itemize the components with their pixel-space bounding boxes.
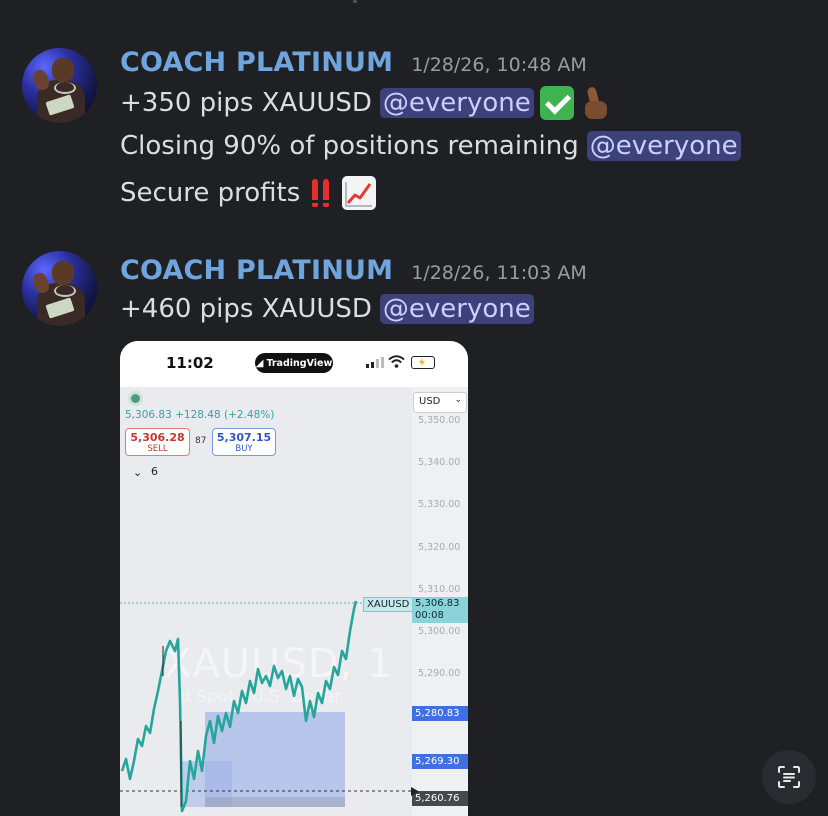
message-header: COACH PLATINUM 1/28/26, 10:48 AM [120,47,587,78]
message-line: +460 pips XAUUSD @everyone [120,294,534,324]
stop-zone [205,797,345,807]
mention-everyone[interactable]: @everyone [379,88,534,118]
timestamp: 1/28/26, 11:03 AM [411,262,587,284]
message-text: Secure profits [120,178,301,208]
text-scan-button[interactable] [762,750,816,804]
level-tag-take-profit: 5,280.83 [412,706,468,721]
mention-everyone[interactable]: @everyone [379,294,534,324]
message-text: Closing 90% of positions remaining [120,131,579,161]
symbol-tag: XAUUSD [363,597,414,612]
current-price-value: 5,306.83 [415,598,460,609]
message-line: Closing 90% of positions remaining @ever… [120,131,741,161]
mention-everyone[interactable]: @everyone [586,131,741,161]
level-tag-stop: 5,260.76 [412,791,468,806]
level-pointer-icon [411,787,419,796]
message-line: +350 pips XAUUSD @everyone [120,86,614,120]
text-scan-icon [778,766,800,788]
message-line: Secure profits [120,176,377,210]
message-text: +350 pips XAUUSD [120,88,372,118]
username[interactable]: COACH PLATINUM [120,255,393,286]
avatar[interactable] [22,251,97,326]
previous-message-fragment [353,0,357,3]
username[interactable]: COACH PLATINUM [120,47,393,78]
current-price-tag: 5,306.83 00:08 [412,597,468,623]
level-tag-entry: 5,269.30 [412,754,468,769]
candlestick-chart [120,600,412,813]
chart-increasing-icon [342,176,377,210]
avatar[interactable] [22,48,97,123]
message-header: COACH PLATINUM 1/28/26, 11:03 AM [120,255,587,286]
candle-countdown: 00:08 [415,610,444,621]
crossed-fingers-icon [580,86,614,120]
timestamp: 1/28/26, 10:48 AM [411,54,587,76]
double-exclamation-icon [306,176,336,210]
message-text: +460 pips XAUUSD [120,294,372,324]
image-attachment[interactable]: 11:02 ◢ TradingView USD ⌄ 5,350.00 5,340.… [120,341,468,816]
check-mark-button-icon [539,86,574,120]
